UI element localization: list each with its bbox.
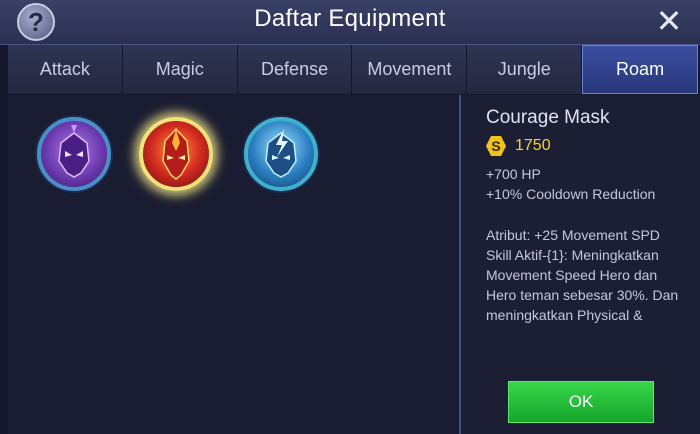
tab-jungle[interactable]: Jungle	[467, 45, 583, 94]
purple-mask-icon	[58, 125, 90, 178]
item-detail-panel: Courage Mask S 1750 +700 HP +10% Cooldow…	[462, 95, 700, 434]
tab-movement[interactable]: Movement	[352, 45, 468, 94]
panel-divider	[459, 95, 461, 434]
item-slot[interactable]	[244, 117, 318, 191]
lightning-mask-icon	[265, 129, 297, 178]
item-description: Atribut: +25 Movement SPD Skill Aktif-{1…	[486, 227, 679, 323]
tab-attack[interactable]: Attack	[8, 45, 123, 94]
price-row: S 1750	[486, 135, 551, 157]
gold-coin-icon: S	[486, 136, 506, 156]
item-price: 1750	[515, 137, 551, 154]
stat-hp: +700 HP	[486, 166, 541, 182]
item-name: Courage Mask	[486, 107, 610, 128]
stat-cooldown: +10% Cooldown Reduction	[486, 186, 656, 202]
item-list	[8, 95, 458, 434]
close-icon: ✕	[655, 3, 683, 39]
tab-defense[interactable]: Defense	[237, 45, 353, 94]
page-title: Daftar Equipment	[254, 5, 446, 32]
item-stats: +700 HP +10% Cooldown Reduction	[486, 164, 655, 204]
title-bar: ? Daftar Equipment ✕	[0, 0, 700, 45]
flame-mask-icon	[162, 127, 190, 180]
item-slot[interactable]	[37, 117, 111, 191]
close-button[interactable]: ✕	[652, 3, 686, 39]
ok-button[interactable]: OK	[508, 381, 654, 423]
tab-magic[interactable]: Magic	[122, 45, 238, 94]
tab-roam[interactable]: Roam	[582, 45, 698, 94]
item-slot-selected[interactable]	[139, 117, 213, 191]
category-tabs: Attack Magic Defense Movement Jungle Roa…	[8, 45, 698, 94]
